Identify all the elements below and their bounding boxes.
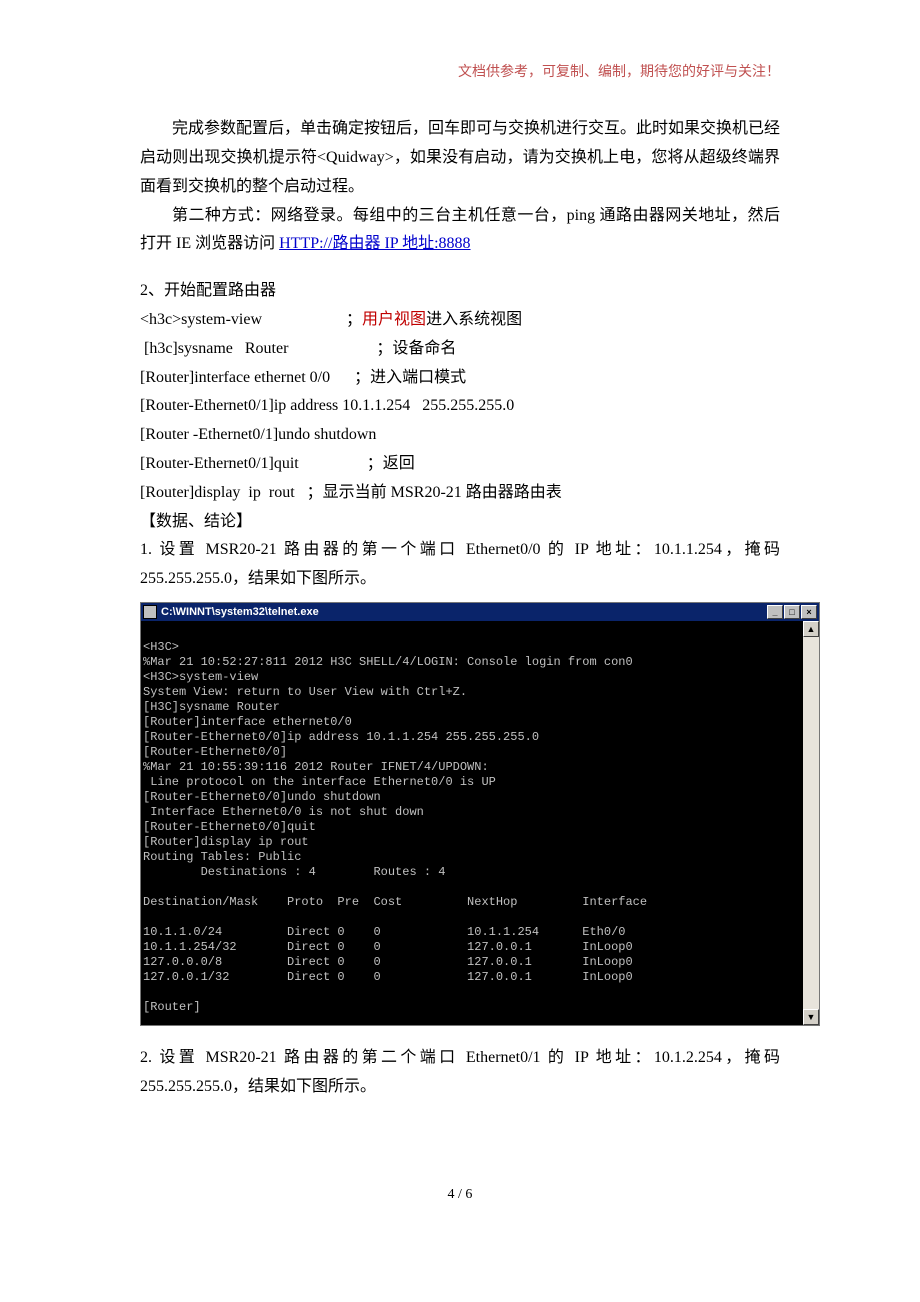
cmd-line: [Router]interface ethernet 0/0 ；进入端口模式 (140, 364, 780, 393)
list-text: 设置 MSR20-21 路由器的第一个端口 Ethernet0/0 的 IP 地… (140, 541, 780, 587)
command-block: <h3c>system-view ；用户视图进入系统视图 [h3c]sysnam… (140, 306, 780, 508)
list-item-2: 2. 设置 MSR20-21 路由器的第二个端口 Ethernet0/1 的 I… (140, 1044, 780, 1102)
cmd-line: [Router-Ethernet0/1]quit ；返回 (140, 450, 780, 479)
cmd-line: [h3c]sysname Router ；设备命名 (140, 335, 780, 364)
terminal-title: C:\WINNT\system32\telnet.exe (161, 603, 767, 621)
header-note: 文档供参考，可复制、编制，期待您的好评与关注！ (140, 60, 780, 85)
terminal-scrollbar[interactable]: ▲ ▼ (803, 621, 819, 1025)
terminal-icon (143, 605, 157, 619)
http-link[interactable]: HTTP://路由器 IP 地址:8888 (279, 235, 470, 252)
list-text: 设置 MSR20-21 路由器的第二个端口 Ethernet0/1 的 IP 地… (140, 1049, 780, 1095)
data-conclusion-heading: 【数据、结论】 (140, 508, 780, 537)
paragraph-network-login: 第二种方式：网络登录。每组中的三台主机任意一台，ping 通路由器网关地址，然后… (140, 202, 780, 260)
scroll-down-button[interactable]: ▼ (803, 1009, 819, 1025)
terminal-body[interactable]: <H3C> %Mar 21 10:52:27:811 2012 H3C SHEL… (141, 621, 803, 1025)
scroll-up-button[interactable]: ▲ (803, 621, 819, 637)
cmd-line: <h3c>system-view ；用户视图进入系统视图 (140, 306, 780, 335)
cmd-line: [Router -Ethernet0/1]undo shutdown (140, 421, 780, 450)
page-footer: 4 / 6 (140, 1182, 780, 1207)
scroll-track[interactable] (803, 637, 819, 1009)
cmd-line: [Router]display ip rout ；显示当前 MSR20-21 路… (140, 479, 780, 508)
list-number: 2. (140, 1049, 152, 1066)
section-title: 2、开始配置路由器 (140, 277, 780, 306)
close-button[interactable]: × (801, 605, 817, 619)
terminal-titlebar: C:\WINNT\system32\telnet.exe _ □ × (141, 603, 819, 621)
terminal-window: C:\WINNT\system32\telnet.exe _ □ × <H3C>… (140, 602, 820, 1026)
minimize-button[interactable]: _ (767, 605, 783, 619)
list-item-1: 1. 设置 MSR20-21 路由器的第一个端口 Ethernet0/0 的 I… (140, 536, 780, 594)
document-page: 文档供参考，可复制、编制，期待您的好评与关注！ 完成参数配置后，单击确定按钮后，… (70, 0, 850, 1247)
list-number: 1. (140, 541, 152, 558)
paragraph-config-done: 完成参数配置后，单击确定按钮后，回车即可与交换机进行交互。此时如果交换机已经启动… (140, 115, 780, 201)
cmd-line: [Router-Ethernet0/1]ip address 10.1.1.25… (140, 392, 780, 421)
maximize-button[interactable]: □ (784, 605, 800, 619)
